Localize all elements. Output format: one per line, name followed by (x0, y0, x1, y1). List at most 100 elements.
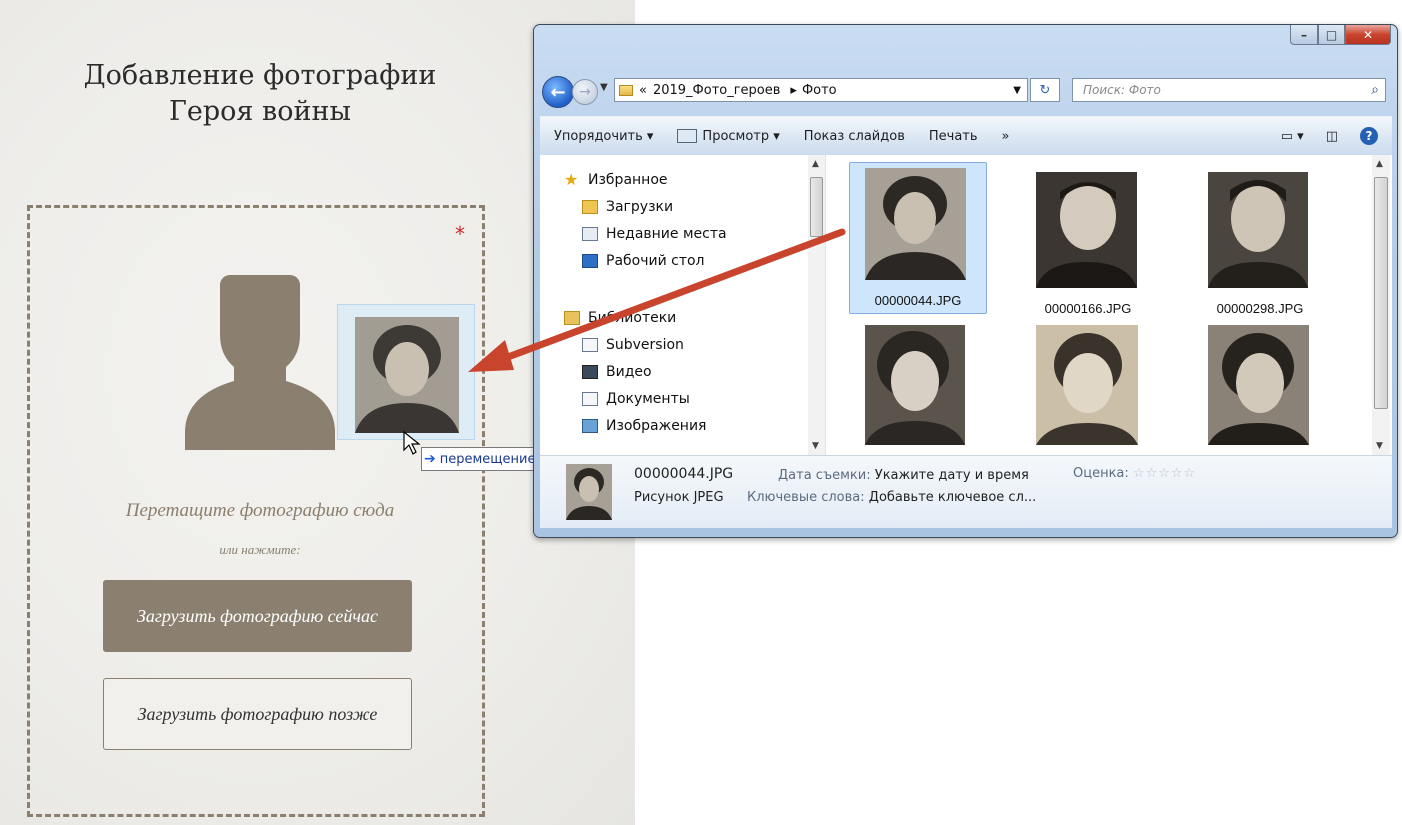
search-icon[interactable]: ⌕ (1371, 82, 1379, 98)
nav-documents-label: Документы (606, 391, 690, 407)
nav-libraries-label: Библиотеки (588, 310, 677, 326)
print-label: Печать (928, 128, 978, 144)
star-icon: ★ (564, 170, 579, 189)
history-dropdown-icon[interactable]: ▼ (600, 82, 608, 93)
folder-icon (619, 84, 633, 96)
organize-label: Упорядочить ▾ (554, 128, 654, 144)
portrait-thumbnail (865, 325, 965, 445)
explorer-content: ★ Избранное Загрузки Недавние места Рабоч… (540, 155, 1392, 455)
forward-button[interactable]: → (572, 79, 598, 105)
libraries-icon (564, 311, 580, 325)
breadcrumb-separator-icon[interactable]: ▸ (790, 83, 797, 98)
breadcrumb-current[interactable]: Фото (802, 83, 837, 98)
file-name: 00000166.JPG (1044, 301, 1132, 316)
address-bar[interactable]: « 2019_Фото_героев ▸ Фото ▼ (614, 78, 1028, 102)
nav-documents[interactable]: Документы (582, 391, 690, 407)
page-title-line2: Героя войны (169, 96, 351, 127)
change-view-icon[interactable]: ▭ ▾ (1281, 129, 1304, 144)
search-input[interactable]: Поиск: Фото ⌕ (1072, 78, 1386, 102)
portrait-thumbnail (1036, 172, 1137, 288)
page-title: Добавление фотографии Героя войны (0, 58, 520, 130)
file-item[interactable] (847, 321, 985, 449)
maximize-button[interactable]: □ (1318, 25, 1345, 45)
window-controls: – □ ✕ (1290, 25, 1391, 45)
downloads-folder-icon (582, 200, 598, 214)
nav-desktop[interactable]: Рабочий стол (582, 253, 705, 269)
print-button[interactable]: Печать (929, 129, 978, 144)
desktop-icon (582, 254, 598, 268)
nav-favorites[interactable]: ★ Избранное (564, 170, 668, 189)
nav-libraries[interactable]: Библиотеки (564, 310, 676, 326)
nav-video[interactable]: Видео (582, 364, 652, 380)
close-button[interactable]: ✕ (1345, 25, 1391, 45)
portrait-photo (355, 317, 459, 433)
nav-subversion[interactable]: Subversion (582, 337, 684, 353)
nav-scrollbar[interactable]: ▲ ▼ (808, 155, 825, 455)
slideshow-button[interactable]: Показ слайдов (804, 129, 905, 144)
file-item[interactable] (1191, 321, 1329, 449)
drop-hint-text: Перетащите фотографию сюда (125, 500, 395, 521)
recent-places-icon (582, 227, 598, 241)
file-item[interactable]: 00000298.JPG (1191, 162, 1329, 316)
scroll-down-icon[interactable]: ▼ (812, 441, 819, 451)
address-dropdown-icon[interactable]: ▼ (1013, 85, 1021, 96)
details-keywords-row: Ключевые слова: Добавьте ключевое сл... (747, 490, 1036, 505)
organize-button[interactable]: Упорядочить ▾ (554, 129, 653, 144)
refresh-button[interactable]: ↻ (1030, 78, 1060, 102)
explorer-window: – □ ✕ ← → ▼ « 2019_Фото_героев ▸ Фото ▼ … (533, 24, 1398, 538)
scroll-down-icon[interactable]: ▼ (1376, 441, 1383, 451)
documents-library-icon (582, 392, 598, 406)
details-filename: 00000044.JPG (634, 466, 734, 482)
portrait-thumbnail (865, 168, 966, 280)
details-date-value[interactable]: Укажите дату и время (875, 468, 1029, 483)
page-title-line1: Добавление фотографии (83, 60, 437, 91)
more-commands-button[interactable]: » (1002, 129, 1010, 144)
command-bar: Упорядочить ▾ Просмотр ▾ Показ слайдов П… (540, 116, 1392, 155)
file-item[interactable] (1019, 321, 1157, 449)
file-name: 00000298.JPG (1216, 301, 1304, 316)
avatar-placeholder-icon (185, 275, 335, 450)
or-click-text: или нажмите: (219, 542, 301, 557)
navigation-pane: ★ Избранное Загрузки Недавние места Рабоч… (540, 155, 826, 455)
nav-downloads-label: Загрузки (606, 199, 674, 215)
details-rating-label: Оценка: (1073, 466, 1129, 481)
file-name: 00000044.JPG (874, 293, 962, 308)
files-scroll-thumb[interactable] (1374, 177, 1388, 409)
nav-images[interactable]: Изображения (582, 418, 706, 434)
details-date-row: Дата съемки: Укажите дату и время (778, 468, 1029, 483)
nav-desktop-label: Рабочий стол (606, 253, 705, 269)
back-button[interactable]: ← (542, 76, 574, 108)
help-icon[interactable]: ? (1360, 127, 1378, 145)
details-keywords-label: Ключевые слова: (747, 490, 865, 505)
nav-subversion-label: Subversion (606, 337, 684, 353)
nav-images-label: Изображения (606, 418, 707, 434)
slideshow-label: Показ слайдов (803, 128, 905, 144)
arrow-right-icon: ➔ (424, 451, 436, 467)
details-keywords-value[interactable]: Добавьте ключевое сл... (869, 490, 1037, 505)
rating-stars-icon[interactable]: ☆☆☆☆☆ (1133, 466, 1196, 481)
file-item[interactable]: 00000044.JPG (849, 162, 987, 314)
required-mark: * (455, 222, 465, 246)
nav-scroll-thumb[interactable] (810, 177, 823, 237)
scroll-up-icon[interactable]: ▲ (1376, 159, 1383, 169)
search-placeholder: Поиск: Фото (1083, 83, 1161, 97)
minimize-button[interactable]: – (1290, 25, 1318, 45)
breadcrumb-folder[interactable]: 2019_Фото_героев (653, 83, 780, 98)
nav-favorites-label: Избранное (588, 172, 668, 188)
nav-video-label: Видео (606, 364, 652, 380)
breadcrumb-overflow[interactable]: « (639, 83, 647, 98)
dragged-photo-preview (337, 304, 475, 440)
details-rating-row: Оценка: ☆☆☆☆☆ (1073, 466, 1196, 481)
view-button[interactable]: Просмотр ▾ (677, 129, 780, 144)
files-scrollbar[interactable]: ▲ ▼ (1372, 155, 1390, 455)
scroll-up-icon[interactable]: ▲ (812, 159, 819, 169)
nav-recent[interactable]: Недавние места (582, 226, 727, 242)
more-label: » (1001, 128, 1010, 144)
nav-downloads[interactable]: Загрузки (582, 199, 673, 215)
upload-now-button[interactable]: Загрузить фотографию сейчас (103, 580, 412, 652)
portrait-thumbnail (1036, 325, 1138, 445)
file-item[interactable]: 00000166.JPG (1019, 162, 1157, 316)
preview-pane-icon[interactable]: ◫ (1326, 129, 1338, 144)
video-library-icon (582, 365, 598, 379)
upload-later-button[interactable]: Загрузить фотографию позже (103, 678, 412, 750)
